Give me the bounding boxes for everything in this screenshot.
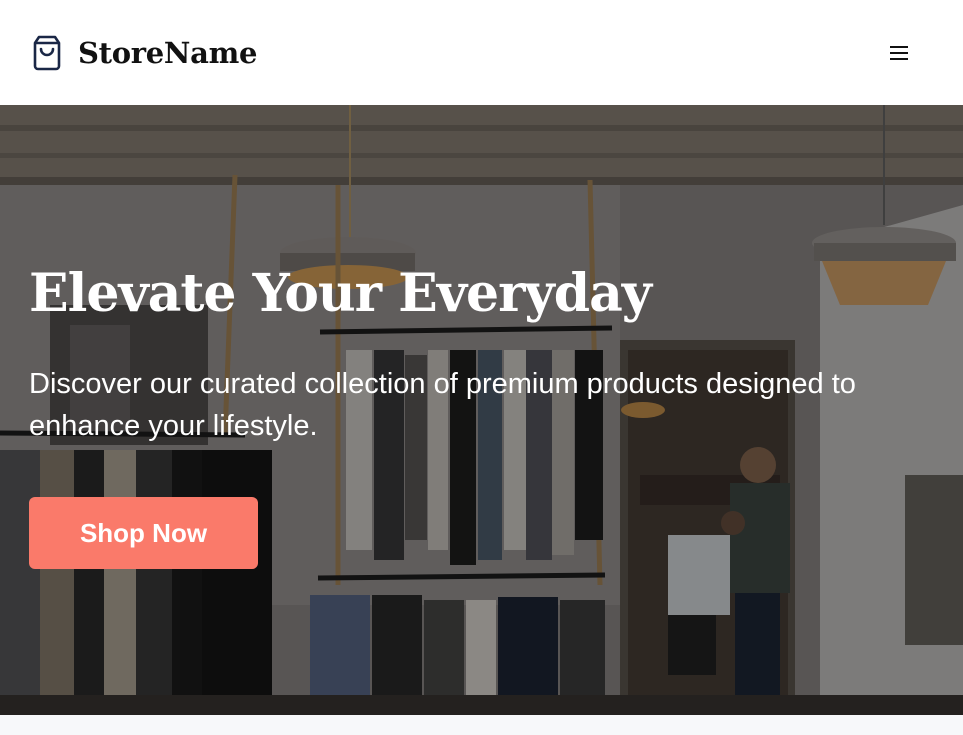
- hero-content: Elevate Your Everyday Discover our curat…: [29, 265, 929, 569]
- hero-section: Elevate Your Everyday Discover our curat…: [0, 105, 963, 715]
- shop-now-button[interactable]: Shop Now: [29, 497, 258, 569]
- site-header: StoreName: [0, 0, 963, 105]
- hero-title: Elevate Your Everyday: [29, 263, 652, 324]
- next-section-edge: [0, 715, 963, 735]
- menu-button[interactable]: [879, 33, 919, 73]
- brand-logo[interactable]: StoreName: [30, 35, 257, 71]
- shopping-bag-icon: [33, 35, 61, 70]
- brand-name: StoreName: [78, 35, 258, 70]
- hero-subtitle: Discover our curated collection of premi…: [29, 368, 856, 442]
- hamburger-menu-icon: [890, 45, 908, 60]
